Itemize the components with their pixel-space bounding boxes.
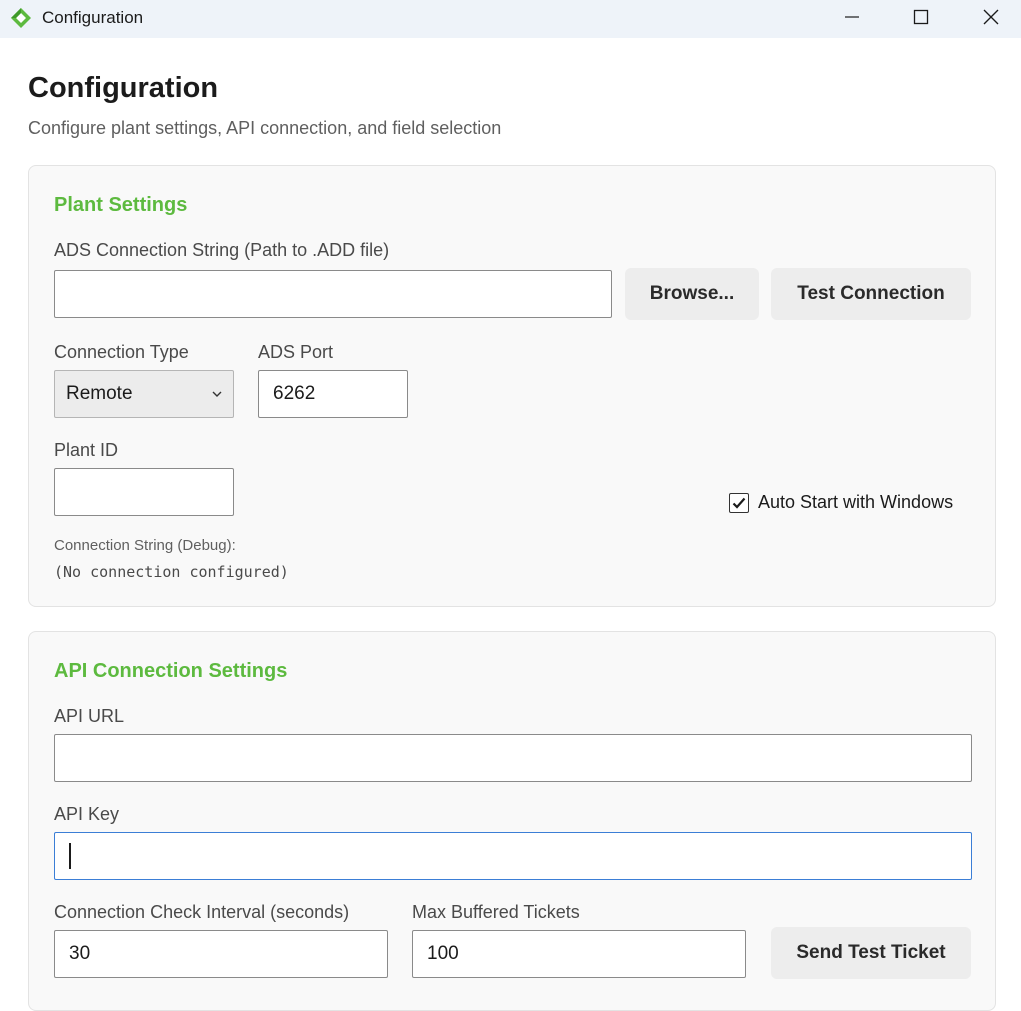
max-buffered-label: Max Buffered Tickets: [412, 902, 580, 922]
plant-settings-card: Plant Settings ADS Connection String (Pa…: [28, 165, 996, 607]
api-settings-title: API Connection Settings: [54, 660, 288, 682]
check-interval-input[interactable]: 30: [54, 930, 388, 978]
auto-start-toggle[interactable]: Auto Start with Windows: [729, 492, 953, 513]
app-logo-icon: [11, 8, 31, 28]
api-settings-card: API Connection Settings API URL API Key …: [28, 631, 996, 1011]
connection-type-select[interactable]: Remote: [54, 370, 234, 418]
maximize-button[interactable]: [887, 0, 955, 34]
debug-connection-value: (No connection configured): [54, 563, 289, 581]
maximize-icon: [913, 9, 929, 25]
text-cursor: [69, 843, 71, 869]
debug-connection-label: Connection String (Debug):: [54, 537, 236, 554]
minimize-button[interactable]: [818, 0, 886, 34]
plant-id-input[interactable]: [54, 468, 234, 516]
test-connection-button[interactable]: Test Connection: [771, 268, 971, 320]
title-bar: Configuration: [0, 0, 1021, 38]
close-button[interactable]: [957, 0, 1021, 34]
send-test-ticket-button[interactable]: Send Test Ticket: [771, 927, 971, 979]
ads-port-label: ADS Port: [258, 342, 334, 362]
api-key-label: API Key: [54, 804, 120, 824]
close-icon: [983, 9, 999, 25]
max-buffered-input[interactable]: 100: [412, 930, 746, 978]
checkmark-icon: [732, 497, 746, 509]
api-url-label: API URL: [54, 706, 125, 726]
ads-connection-input[interactable]: [54, 270, 612, 318]
plant-id-label: Plant ID: [54, 440, 119, 460]
plant-settings-title: Plant Settings: [54, 194, 188, 216]
window-title: Configuration: [42, 8, 144, 27]
browse-button[interactable]: Browse...: [625, 268, 759, 320]
ads-port-input[interactable]: 6262: [258, 370, 408, 418]
chevron-down-icon: [212, 391, 222, 397]
api-url-input[interactable]: [54, 734, 972, 782]
auto-start-checkbox[interactable]: [729, 492, 749, 513]
page-title: Configuration: [28, 72, 219, 104]
auto-start-label: Auto Start with Windows: [758, 492, 954, 512]
connection-type-value: Remote: [66, 383, 133, 404]
check-interval-label: Connection Check Interval (seconds): [54, 902, 350, 922]
api-key-input[interactable]: [54, 832, 972, 880]
ads-connection-label: ADS Connection String (Path to .ADD file…: [54, 240, 390, 260]
page-subtitle: Configure plant settings, API connection…: [28, 118, 502, 138]
connection-type-label: Connection Type: [54, 342, 189, 362]
minimize-icon: [845, 16, 859, 18]
